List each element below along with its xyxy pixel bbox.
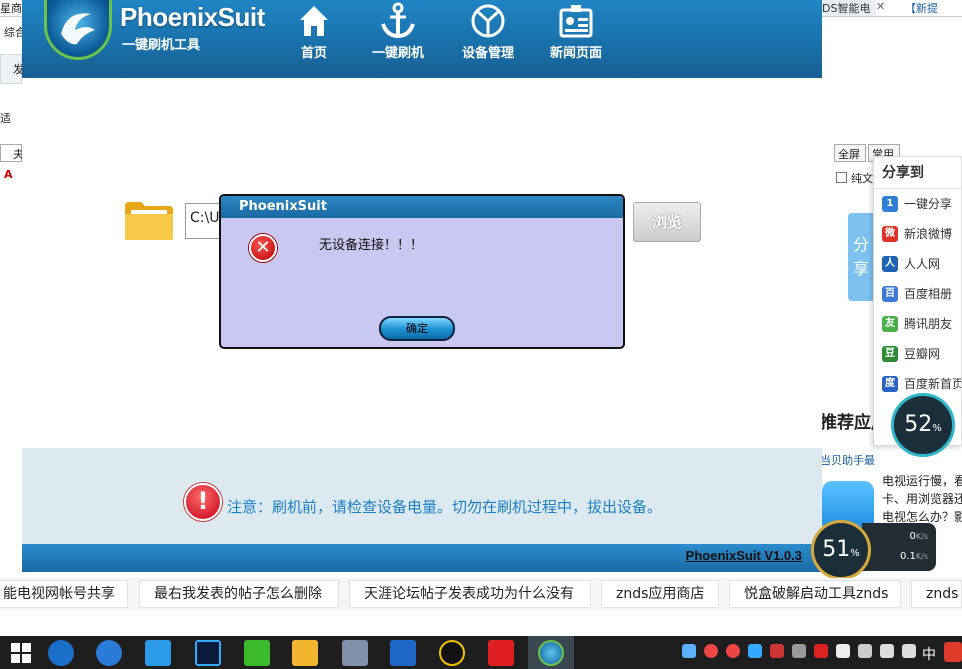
share-site-icon: 1 [882,196,898,212]
phoenix-logo-icon [44,0,112,60]
related-link[interactable]: 天涯论坛帖子发表成功为什么没有 [349,580,591,608]
toolbar-label[interactable]: 适 [0,110,20,126]
nav-home[interactable]: 首页 [274,0,354,70]
cpu-gauge-top[interactable]: 52% [891,393,955,457]
share-site-icon: 百 [882,286,898,302]
share-site-icon: 友 [882,316,898,332]
related-link[interactable]: 最右我发表的帖子怎么删除 [139,580,339,608]
taskbar [0,636,962,669]
shop-app-icon[interactable] [292,640,318,666]
related-link[interactable]: 能电视网帐号共享 [0,580,128,608]
fullscreen-button[interactable]: 全屏 [834,144,866,162]
dialog-message: 无设备连接！！！ [319,238,424,253]
news-icon [559,5,593,38]
plain-text-checkbox[interactable] [836,172,847,183]
browser-tab[interactable]: 星商 [0,0,22,16]
tray-icon[interactable] [792,644,806,658]
iqiyi-icon[interactable] [244,640,270,666]
share-item[interactable]: 微新浪微博 [874,219,961,249]
close-tab-icon[interactable]: ✕ [876,0,892,16]
font-select[interactable]: 夫 [0,144,24,162]
app-tray-icon[interactable] [770,644,784,658]
share-item[interactable]: 1 一键分享 [874,189,961,219]
share-list: 1 一键分享微新浪微博人人人网百百度相册友腾讯朋友豆豆瓣网度百度新首页 [874,189,961,399]
share-item-label: 一键分享 [904,197,953,211]
tray-icon[interactable] [814,644,828,658]
start-icon[interactable] [8,640,34,666]
cpu-gauge-bottom[interactable]: 51% [811,520,871,580]
volume-icon[interactable] [902,644,916,658]
browser-tab[interactable]: DS智能电 [822,0,876,16]
photoshop-icon[interactable] [195,640,221,666]
anchor-icon [381,2,415,39]
related-link[interactable]: 悦盒破解启动工具znds [729,580,901,608]
share-item-label: 腾讯朋友 [904,317,953,331]
upload-speed: 0K/s [909,531,928,542]
share-title: 分享到 [874,157,961,189]
ok-button[interactable]: 确定 [379,316,455,341]
qq-tray-icon[interactable] [726,644,740,658]
related-link[interactable]: znds应用商店 [601,580,719,608]
browse-button[interactable]: 浏览 [633,202,701,242]
edge-icon[interactable] [48,640,74,666]
related-link[interactable]: znds [911,580,962,608]
error-dialog: PhoenixSuit ✕ 无设备连接！！！ 确定 [219,194,625,349]
computer-icon[interactable] [342,640,368,666]
sogou-browser-icon[interactable] [96,640,122,666]
network-tray-icon[interactable] [682,644,696,658]
speed-panel: 0K/s 0.1K/s [862,523,936,571]
device-icon [471,4,505,38]
app-logo-text: PhoenixSuit [120,2,265,32]
version-link[interactable]: PhoenixSuit V1.0.3 [686,548,802,563]
plain-text-label: 纯文 [851,172,873,185]
share-item[interactable]: 友腾讯朋友 [874,309,961,339]
notice-text: 注意：刷机前，请检查设备电量。切勿在刷机过程中，拔出设备。 [227,498,663,516]
error-icon: ✕ [249,234,277,262]
download-link[interactable]: 当贝助手最 [820,452,875,468]
dialog-title[interactable]: PhoenixSuit [221,196,623,218]
nav-flash[interactable]: 一键刷机 [358,0,438,70]
share-site-icon: 人 [882,256,898,272]
phoenixsuit-task[interactable] [528,636,574,669]
share-tab[interactable]: 分享 [848,213,874,301]
app-tray-icon[interactable] [748,644,762,658]
nav-news[interactable]: 新闻页面 [536,0,616,70]
hot-news-icon[interactable] [488,640,514,666]
bluetooth-icon[interactable] [836,644,850,658]
related-links: 能电视网帐号共享 最右我发表的帖子怎么删除 天涯论坛帖子发表成功为什么没有 zn… [0,578,962,610]
share-item[interactable]: 豆豆瓣网 [874,339,961,369]
phoenix-taskbar-icon [538,640,564,666]
browser-tab[interactable]: 【新提 [905,0,962,16]
system-tray [682,644,918,662]
folder-icon[interactable] [123,200,175,242]
security-shield-icon[interactable] [390,640,416,666]
share-item[interactable]: 人人人网 [874,249,961,279]
editor-tab[interactable]: 发 [0,54,24,84]
share-item-label: 百度相册 [904,287,953,301]
power-icon[interactable] [858,644,872,658]
qq-tray-icon[interactable] [704,644,718,658]
home-icon [300,6,328,36]
download-speed: 0.1K/s [899,551,928,562]
share-item-label: 豆瓣网 [904,347,941,361]
bird-app-icon[interactable] [145,640,171,666]
ime-indicator[interactable]: 中 [922,644,936,664]
warning-icon: ! [184,483,222,521]
toolbar-label[interactable]: 综合 [4,24,24,40]
font-color-button[interactable]: A [4,168,13,181]
qq-icon[interactable] [439,640,465,666]
share-site-icon: 微 [882,226,898,242]
display-icon[interactable] [880,644,894,658]
nav-device[interactable]: 设备管理 [448,0,528,70]
share-item[interactable]: 百百度相册 [874,279,961,309]
share-site-icon: 豆 [882,346,898,362]
app-header: PhoenixSuit 一键刷机工具 首页 一键刷机 设备管理 新闻页面 [22,0,822,78]
share-site-icon: 度 [882,376,898,392]
app-subtitle: 一键刷机工具 [122,38,201,53]
sogou-ime-icon[interactable] [944,642,962,662]
share-item-label: 人人网 [904,257,941,271]
share-item-label: 新浪微博 [904,227,953,241]
